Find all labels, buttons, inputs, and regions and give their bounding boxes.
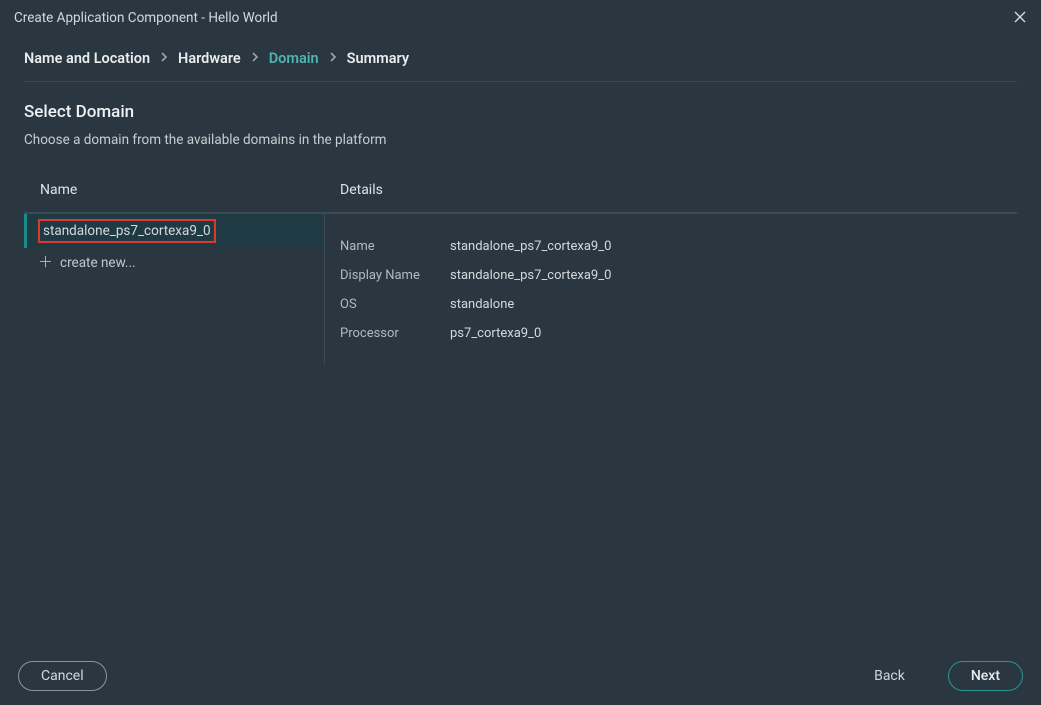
breadcrumb-step-summary[interactable]: Summary <box>347 50 409 67</box>
column-header-name: Name <box>24 172 324 214</box>
detail-value-os: standalone <box>450 297 514 312</box>
detail-value-processor: ps7_cortexa9_0 <box>450 326 541 341</box>
detail-row: Processor ps7_cortexa9_0 <box>340 319 1001 348</box>
detail-row: OS standalone <box>340 290 1001 319</box>
detail-value-name: standalone_ps7_cortexa9_0 <box>450 239 611 254</box>
detail-row: Display Name standalone_ps7_cortexa9_0 <box>340 261 1001 290</box>
breadcrumb-step-name-location[interactable]: Name and Location <box>24 50 150 67</box>
footer: Cancel Back Next <box>18 661 1023 691</box>
page-title: Select Domain <box>24 102 1017 122</box>
details-panel: Name standalone_ps7_cortexa9_0 Display N… <box>324 214 1017 366</box>
chevron-right-icon <box>160 51 168 67</box>
cancel-button[interactable]: Cancel <box>18 661 107 691</box>
domain-list-item[interactable]: standalone_ps7_cortexa9_0 <box>24 214 324 248</box>
detail-value-display-name: standalone_ps7_cortexa9_0 <box>450 268 611 283</box>
domain-name-label: standalone_ps7_cortexa9_0 <box>38 219 216 243</box>
titlebar: Create Application Component - Hello Wor… <box>0 0 1041 36</box>
detail-key-name: Name <box>340 239 450 254</box>
breadcrumb: Name and Location Hardware Domain Summar… <box>0 36 1041 81</box>
detail-key-processor: Processor <box>340 326 450 341</box>
back-button[interactable]: Back <box>851 661 928 691</box>
create-new-domain[interactable]: ＋ create new... <box>24 248 324 276</box>
close-icon[interactable] <box>1013 10 1027 27</box>
breadcrumb-step-domain[interactable]: Domain <box>269 50 319 67</box>
column-header-details: Details <box>324 172 1017 214</box>
vertical-divider <box>324 214 325 364</box>
chevron-right-icon <box>251 51 259 67</box>
page-description: Choose a domain from the available domai… <box>24 132 1017 148</box>
chevron-right-icon <box>329 51 337 67</box>
plus-icon: ＋ <box>38 255 53 270</box>
domain-list: standalone_ps7_cortexa9_0 ＋ create new..… <box>24 214 324 276</box>
detail-key-display-name: Display Name <box>340 268 450 283</box>
create-new-label: create new... <box>60 255 136 271</box>
next-button[interactable]: Next <box>948 661 1023 691</box>
window-title: Create Application Component - Hello Wor… <box>14 10 278 26</box>
detail-row: Name standalone_ps7_cortexa9_0 <box>340 232 1001 261</box>
breadcrumb-step-hardware[interactable]: Hardware <box>178 50 241 67</box>
detail-key-os: OS <box>340 297 450 312</box>
